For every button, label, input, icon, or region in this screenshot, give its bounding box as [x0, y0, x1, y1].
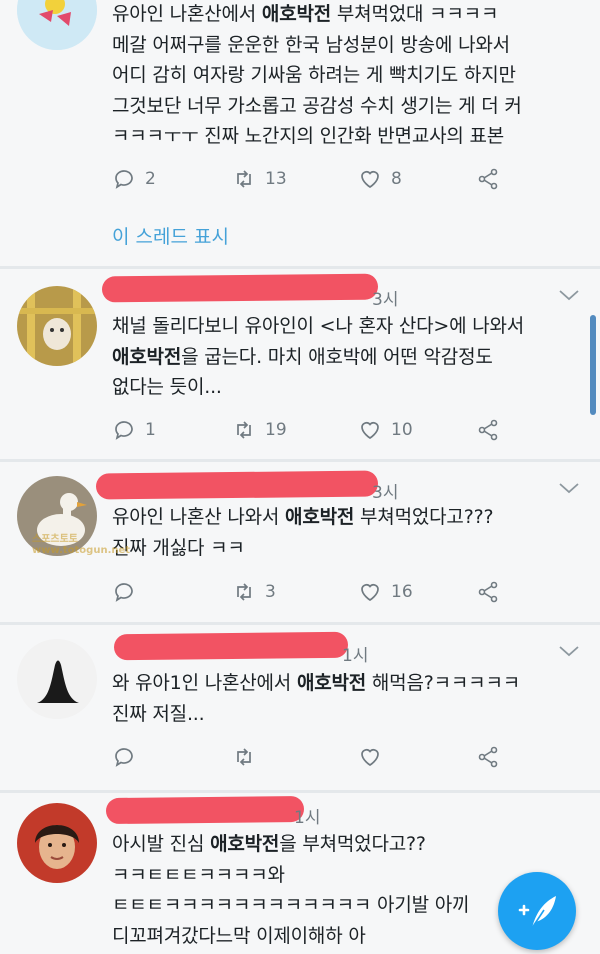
- heart-icon: [361, 584, 379, 602]
- chevron-down-icon[interactable]: [558, 645, 580, 657]
- reply-button[interactable]: 1: [112, 415, 156, 445]
- tweet-2[interactable]: 3시 채널 돌리다보니 유아인이 <나 혼자 산다>에 나와서 애호박전을 굽는…: [0, 269, 600, 459]
- avatar[interactable]: [17, 0, 97, 50]
- share-icon: [478, 746, 498, 768]
- reply-count: 2: [145, 169, 156, 189]
- tweet-line: 와 유아1인 나혼산에서 애호박전 해먹음?ㅋㅋㅋㅋㅋ: [112, 672, 521, 694]
- redacted-username: [101, 273, 379, 303]
- compose-feather-icon: [518, 896, 556, 929]
- reply-icon: [115, 170, 133, 189]
- share-button[interactable]: [476, 415, 500, 445]
- watermark-url: www.totogun.net: [32, 545, 131, 556]
- share-button[interactable]: [476, 742, 500, 772]
- watermark: 스포츠토토 www.totogun.net: [32, 530, 130, 556]
- retweet-icon: [237, 170, 251, 188]
- watermark-brand: 스포츠토토: [32, 534, 78, 545]
- tweet-line: 채널 돌리다보니 유아인이 <나 혼자 산다>에 나와서: [112, 315, 525, 337]
- share-icon: [478, 168, 498, 190]
- retweet-button[interactable]: 3: [232, 577, 276, 607]
- avatar[interactable]: [17, 639, 97, 719]
- heart-icon: [361, 749, 379, 767]
- tweet-line: 유아인 나혼산 나와서 애호박전 부쳐먹었다고???: [112, 506, 494, 528]
- tweet-time: 3시: [372, 290, 399, 310]
- tweet-line: 유아인 나혼산에서 애호박전 부쳐먹었대 ㅋㅋㅋㅋ: [112, 3, 499, 25]
- heart-icon: [361, 171, 379, 189]
- retweet-button[interactable]: 19: [232, 415, 287, 445]
- avatar[interactable]: [17, 803, 97, 883]
- retweet-button[interactable]: [232, 742, 265, 772]
- retweet-icon: [237, 421, 251, 439]
- share-button[interactable]: [476, 577, 500, 607]
- avatar-person-photo: [17, 803, 97, 883]
- like-count: 16: [391, 582, 413, 602]
- retweet-icon: [237, 583, 251, 601]
- chevron-down-icon[interactable]: [558, 482, 580, 494]
- tweet-line: 진짜 저질...: [112, 702, 205, 725]
- tweet-1[interactable]: 유아인 나혼산에서 애호박전 부쳐먹었대 ㅋㅋㅋㅋ 메갈 어쩌구를 운운한 한국…: [0, 0, 600, 267]
- reply-icon: [115, 748, 133, 767]
- like-button[interactable]: 16: [358, 577, 413, 607]
- reply-icon: [115, 583, 133, 602]
- retweet-button[interactable]: 13: [232, 164, 287, 194]
- reply-button[interactable]: [112, 742, 145, 772]
- like-button[interactable]: 8: [358, 164, 402, 194]
- tweet-time: 3시: [372, 483, 399, 503]
- avatar-cat-photo: [17, 286, 97, 366]
- compose-tweet-button[interactable]: [498, 872, 576, 950]
- like-count: 8: [391, 169, 402, 189]
- avatar[interactable]: [17, 286, 97, 366]
- tweet-time: 1시: [294, 808, 321, 828]
- chevron-down-icon[interactable]: [558, 289, 580, 301]
- tweet-4[interactable]: 1시 와 유아1인 나혼산에서 애호박전 해먹음?ㅋㅋㅋㅋㅋ 진짜 저질...: [0, 625, 600, 790]
- tweet-line: 아시발 진심 애호박전을 부쳐먹었다고??: [112, 833, 426, 855]
- reply-icon: [115, 421, 133, 440]
- redacted-username: [113, 631, 349, 661]
- retweet-count: 19: [265, 420, 287, 440]
- share-button[interactable]: [476, 164, 500, 194]
- tweet-line: 메갈 어쩌구를 운운한 한국 남성분이 방송에 나와서: [112, 33, 510, 56]
- show-thread-link[interactable]: 이 스레드 표시: [112, 222, 229, 249]
- heart-icon: [361, 422, 379, 440]
- tweet-line: 없다는 듯이...: [112, 376, 222, 398]
- retweet-count: 3: [265, 582, 276, 602]
- reply-button[interactable]: [112, 577, 145, 607]
- redacted-username: [95, 470, 379, 500]
- like-button[interactable]: 10: [358, 415, 413, 445]
- retweet-icon: [237, 748, 251, 766]
- tweet-line: ㅋㅋㅋㅜㅜ 진짜 노간지의 인간화 반면교사의 표본: [112, 125, 505, 147]
- redacted-username: [105, 795, 305, 825]
- share-icon: [478, 419, 498, 441]
- tweet-line: 어디 감히 여자랑 기싸움 하려는 게 빡치기도 하지만: [112, 64, 516, 86]
- share-icon: [478, 581, 498, 603]
- like-count: 10: [391, 420, 413, 440]
- avatar-abstract-silhouette: [17, 639, 97, 719]
- tweet-line: 진짜 개싫다 ㅋㅋ: [112, 536, 245, 559]
- scrollbar[interactable]: [590, 315, 596, 415]
- reply-button[interactable]: 2: [112, 164, 156, 194]
- avatar-duck-illustration: [17, 0, 97, 50]
- reply-count: 1: [145, 420, 156, 440]
- tweet-line: 그것보단 너무 가소롭고 공감성 수치 생기는 게 더 커: [112, 94, 522, 117]
- retweet-count: 13: [265, 169, 287, 189]
- like-button[interactable]: [358, 742, 391, 772]
- tweet-time: 1시: [342, 646, 369, 666]
- tweet-line: 애호박전을 굽는다. 마치 애호박에 어떤 악감정도: [112, 345, 493, 368]
